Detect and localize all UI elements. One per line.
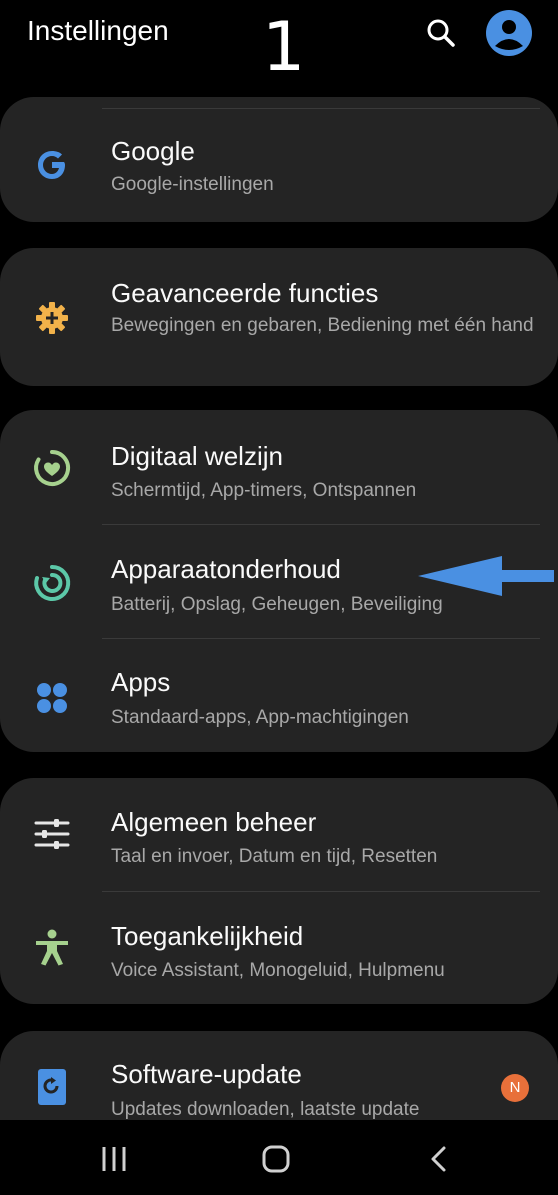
- settings-group-advanced: Geavanceerde functies Bewegingen en geba…: [0, 248, 558, 386]
- back-icon: [431, 1146, 446, 1172]
- settings-item-title: Geavanceerde functies: [111, 278, 379, 308]
- settings-group-general: Algemeen beheer Taal en invoer, Datum en…: [0, 778, 558, 1004]
- new-badge: N: [501, 1074, 529, 1102]
- settings-item-subtitle: Bewegingen en gebaren, Bediening met één…: [111, 315, 534, 336]
- settings-item-title: Toegankelijkheid: [111, 921, 304, 951]
- settings-item-apps[interactable]: Apps Standaard-apps, App-machtigingen: [0, 639, 558, 752]
- settings-item-subtitle: Updates downloaden, laatste update: [111, 1099, 420, 1120]
- settings-group-software: Software-update Updates downloaden, laat…: [0, 1031, 558, 1120]
- settings-item-title: Google: [111, 136, 195, 166]
- settings-item-digital-wellbeing[interactable]: Digitaal welzijn Schermtijd, App-timers,…: [0, 410, 558, 524]
- search-icon: [427, 19, 455, 47]
- home-button[interactable]: [236, 1120, 316, 1190]
- step-number-annotation: 1: [262, 8, 306, 87]
- home-icon: [262, 1145, 290, 1173]
- search-button[interactable]: [422, 14, 460, 52]
- settings-group-google: Google Google-instellingen: [0, 97, 558, 222]
- settings-item-subtitle: Voice Assistant, Monogeluid, Hulpmenu: [111, 960, 445, 981]
- software-update-icon: [38, 1069, 66, 1105]
- avatar-icon: [486, 10, 532, 56]
- device-care-icon: [34, 564, 71, 601]
- settings-item-subtitle: Standaard-apps, App-machtigingen: [111, 707, 409, 728]
- recent-apps-icon: [102, 1147, 126, 1171]
- app-header: Instellingen 1: [0, 0, 558, 90]
- back-button[interactable]: [398, 1120, 478, 1190]
- settings-item-title: Apps: [111, 667, 171, 697]
- settings-item-title: Software-update: [111, 1059, 302, 1089]
- settings-item-software-update[interactable]: Software-update Updates downloaden, laat…: [0, 1031, 558, 1120]
- profile-avatar-button[interactable]: [486, 10, 532, 56]
- settings-item-subtitle: Taal en invoer, Datum en tijd, Resetten: [111, 846, 438, 867]
- settings-item-subtitle: Google-instellingen: [111, 174, 274, 195]
- apps-grid-icon: [37, 683, 67, 713]
- settings-item-title: Digitaal welzijn: [111, 441, 283, 471]
- settings-item-accessibility[interactable]: Toegankelijkheid Voice Assistant, Monoge…: [0, 892, 558, 1004]
- settings-item-advanced-features[interactable]: Geavanceerde functies Bewegingen en geba…: [0, 248, 558, 386]
- page-title: Instellingen: [27, 15, 169, 46]
- settings-item-title: Algemeen beheer: [111, 807, 317, 837]
- gear-plus-icon: [36, 302, 68, 334]
- digital-wellbeing-icon: [34, 449, 71, 486]
- settings-item-general-management[interactable]: Algemeen beheer Taal en invoer, Datum en…: [0, 778, 558, 891]
- annotation-arrow-icon: [418, 556, 554, 596]
- system-navigation-bar: [0, 1120, 558, 1190]
- accessibility-icon: [36, 929, 68, 966]
- settings-item-subtitle: Schermtijd, App-timers, Ontspannen: [111, 480, 417, 501]
- google-icon: [38, 151, 65, 179]
- settings-item-title: Apparaatonderhoud: [111, 554, 341, 584]
- recent-apps-button[interactable]: [74, 1120, 154, 1190]
- sliders-icon: [34, 819, 70, 849]
- settings-item-google[interactable]: Google Google-instellingen: [0, 109, 558, 222]
